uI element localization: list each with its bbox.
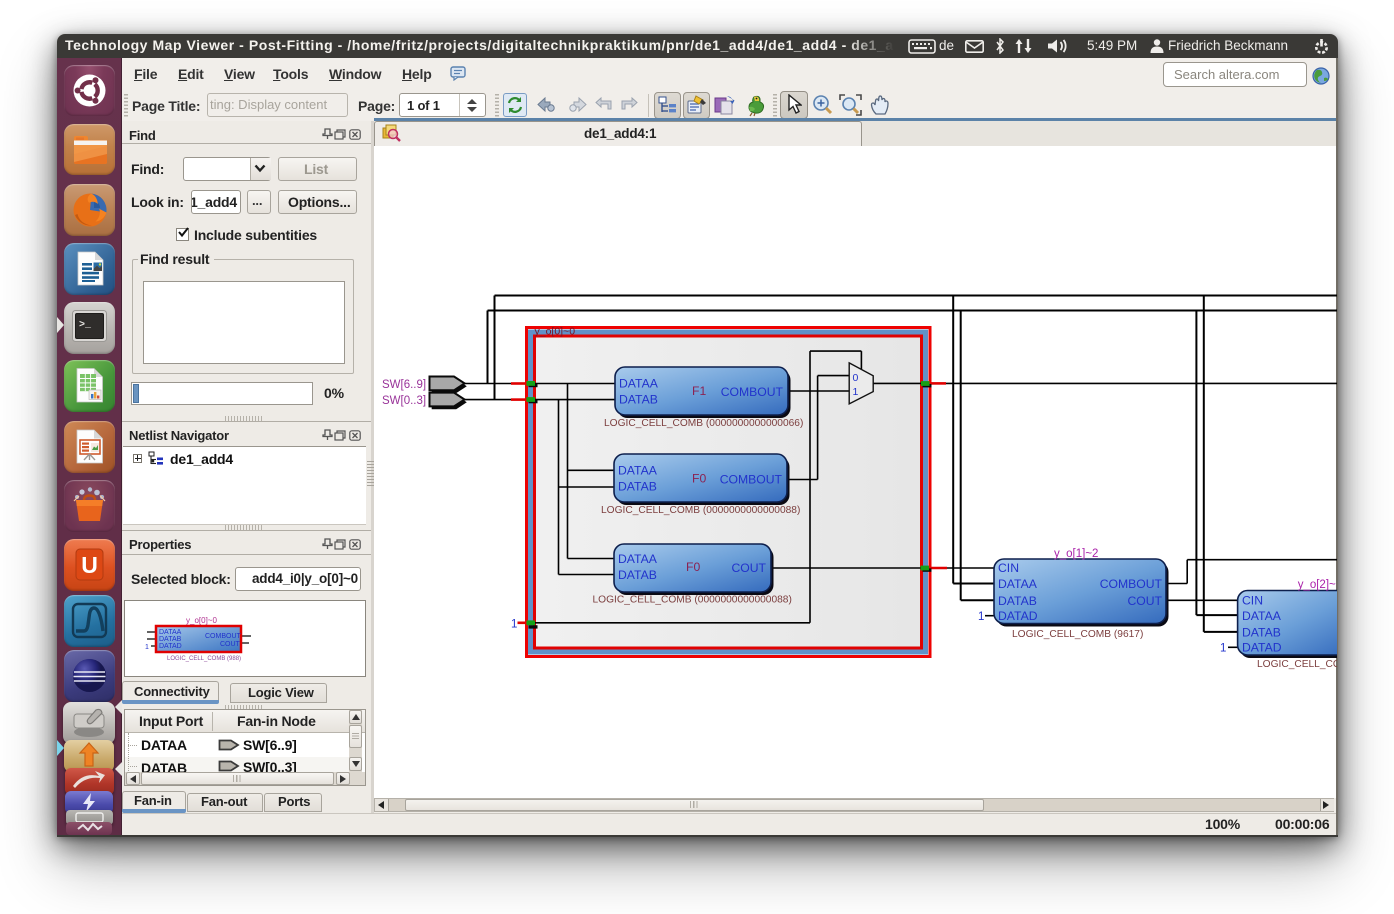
svg-text:LOGIC_CELL_COMB (988): LOGIC_CELL_COMB (988): [167, 656, 241, 662]
svg-text:COUT: COUT: [731, 561, 766, 575]
svg-text:SW[0..3]: SW[0..3]: [382, 395, 426, 407]
svg-text:y_o[0]~0: y_o[0]~0: [186, 616, 217, 625]
svg-text:F0: F0: [692, 472, 706, 486]
svg-text:DATAD: DATAD: [159, 643, 182, 650]
svg-text:DATAA: DATAA: [998, 577, 1038, 591]
svg-text:DATAA: DATAA: [618, 463, 658, 477]
svg-text:1: 1: [853, 386, 859, 398]
svg-text:y_o[2]~: y_o[2]~: [1298, 579, 1336, 591]
svg-text:y_o[1]~2: y_o[1]~2: [1054, 548, 1098, 560]
svg-text:DATAA: DATAA: [159, 629, 182, 636]
svg-text:COMBOUT: COMBOUT: [1100, 577, 1163, 591]
svg-text:DATAB: DATAB: [618, 480, 657, 494]
svg-text:F0: F0: [686, 560, 700, 574]
svg-text:U: U: [81, 552, 98, 578]
svg-text:1: 1: [511, 619, 517, 631]
svg-text:CIN: CIN: [1242, 594, 1263, 608]
svg-text:COMBOUT: COMBOUT: [721, 385, 784, 399]
svg-text:1: 1: [145, 644, 149, 651]
svg-text:LOGIC_CELL_COMB (0000000000000: LOGIC_CELL_COMB (0000000000000066): [604, 418, 803, 429]
svg-text:>_: >_: [79, 320, 92, 331]
svg-text:DATAB: DATAB: [618, 568, 657, 582]
svg-text:LOGIC_CELL_COMB (0000000000000: LOGIC_CELL_COMB (0000000000000088): [593, 595, 792, 606]
svg-text:DATAB: DATAB: [619, 393, 658, 407]
svg-text:y_o[0]~0: y_o[0]~0: [535, 326, 576, 338]
svg-text:DATAB: DATAB: [998, 594, 1037, 608]
svg-text:F1: F1: [692, 384, 706, 398]
svg-text:LOGIC_CELL_COMB (9617): LOGIC_CELL_COMB (9617): [1012, 629, 1143, 640]
svg-text:DATAB: DATAB: [1242, 626, 1281, 640]
svg-text:COUT: COUT: [1127, 594, 1162, 608]
svg-text:LOGIC_CELL_CO: LOGIC_CELL_CO: [1257, 659, 1337, 670]
svg-text:DATAA: DATAA: [618, 552, 658, 566]
svg-text:DATAB: DATAB: [159, 636, 182, 643]
svg-text:DATAA: DATAA: [619, 377, 659, 391]
svg-text:DATAD: DATAD: [1242, 641, 1282, 655]
svg-text:COMBOUT: COMBOUT: [720, 473, 783, 487]
svg-text:COMBOUT: COMBOUT: [205, 633, 242, 640]
svg-text:1: 1: [978, 611, 984, 623]
svg-text:0: 0: [853, 372, 859, 384]
svg-text:SW[6..9]: SW[6..9]: [382, 379, 426, 391]
svg-text:DATAD: DATAD: [998, 609, 1038, 623]
svg-text:COUT: COUT: [220, 641, 241, 648]
svg-text:CIN: CIN: [998, 561, 1019, 575]
svg-text:DATAA: DATAA: [1242, 609, 1282, 623]
svg-text:1: 1: [1220, 643, 1226, 655]
svg-text:LOGIC_CELL_COMB (0000000000000: LOGIC_CELL_COMB (0000000000000088): [601, 505, 800, 516]
